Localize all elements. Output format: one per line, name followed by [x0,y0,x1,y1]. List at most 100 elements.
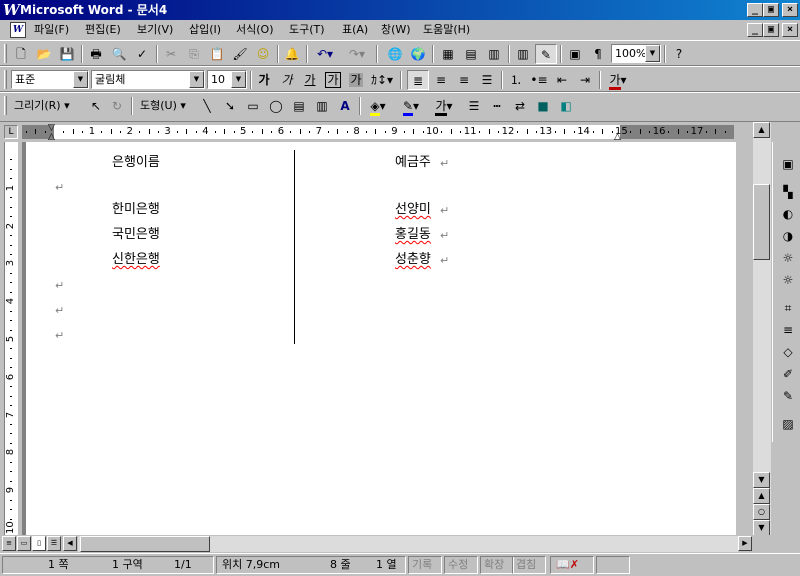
close-button[interactable]: × [782,3,798,17]
table-icon[interactable]: ▦ [437,44,459,64]
format-picture-icon[interactable]: ◇ [778,342,798,362]
dash-style-icon[interactable]: ┅ [486,96,508,116]
textbox-icon[interactable]: ▤ [288,96,310,116]
cut-icon[interactable]: ✂ [160,44,182,64]
status-trk[interactable]: 수정 [448,557,468,573]
bell-icon[interactable]: 🔔 [281,44,303,64]
draw-menu-button[interactable]: 그리기(R) ▾ [14,96,70,116]
wordart-icon[interactable]: A [334,96,356,116]
line-style-icon[interactable]: ≡ [778,320,798,340]
redo-icon[interactable]: ↷▾ [342,44,372,64]
increase-indent-icon[interactable]: ⇥ [574,70,596,90]
vertical-scrollbar[interactable]: ▲ ▼ ▲ ○ ▼ [753,122,771,536]
font-color-button[interactable]: 가▾ [603,70,633,90]
minimize-button[interactable]: _ [747,3,763,17]
insert-table-icon[interactable]: ▤ [460,44,482,64]
line-icon[interactable]: ╲ [196,96,218,116]
numbering-icon[interactable]: ⒈ [505,70,527,90]
paste-icon[interactable]: 📋 [206,44,228,64]
menu-edit[interactable]: 편집(E) [85,23,121,37]
menu-help[interactable]: 도움말(H) [423,23,470,37]
bold-button[interactable]: 가 [253,70,275,90]
outline-view-button[interactable]: ☰ [47,536,61,551]
browse-object-button[interactable]: ○ [753,504,770,520]
3d-icon[interactable]: ◧ [555,96,577,116]
align-justify-icon[interactable]: ≣ [407,70,429,90]
style-select[interactable]: 표준 ▼ [11,70,89,89]
scroll-left-button[interactable]: ◀ [63,536,77,551]
fill-color-icon[interactable]: ◈▾ [363,96,393,116]
chevron-down-icon[interactable]: ▼ [645,45,660,62]
owner-cell[interactable]: 선양미 [395,202,431,218]
oval-icon[interactable]: ◯ [265,96,287,116]
scroll-thumb[interactable] [753,184,770,260]
horizontal-scroll-thumb[interactable] [80,536,210,552]
scroll-right-button[interactable]: ▶ [738,536,752,551]
first-line-indent-marker[interactable]: ▽ [48,124,55,133]
zoom-select[interactable]: 100% ▼ [611,44,661,63]
copy-icon[interactable]: ⎘ [183,44,205,64]
set-transparent-icon[interactable]: ✐ [778,364,798,384]
map-icon[interactable]: ▣ [564,44,586,64]
reset-picture-icon[interactable]: ▨ [778,414,798,434]
right-indent-marker[interactable]: △ [614,133,621,142]
line-style-icon[interactable]: ☰ [463,96,485,116]
doc-restore-button[interactable]: ▣ [763,23,779,37]
web-view-button[interactable]: ▭ [17,536,31,551]
menu-tools[interactable]: 도구(T) [289,23,325,37]
free-rotate-icon[interactable]: ↻ [106,96,128,116]
columns-icon[interactable]: ▥ [512,44,534,64]
toolbar-grip[interactable] [4,44,7,63]
menu-table[interactable]: 표(A) [342,23,368,37]
open-icon[interactable]: 📂 [33,44,55,64]
chevron-down-icon[interactable]: ▼ [231,71,246,88]
arrow-icon[interactable]: ➘ [219,96,241,116]
font-size-select[interactable]: 10 ▼ [207,70,247,89]
line-color-icon[interactable]: ✎▾ [396,96,426,116]
tab-selector[interactable]: L [4,125,18,139]
bullets-icon[interactable]: •≡ [528,70,550,90]
scroll-down-button[interactable]: ▼ [753,472,770,488]
new-doc-icon[interactable]: 🗋 [10,44,32,64]
status-ext[interactable]: 확장 [484,557,504,573]
document-icon[interactable]: W [10,22,26,38]
normal-view-button[interactable]: ≡ [2,536,16,551]
left-indent-marker[interactable]: △ [48,133,55,142]
align-right-icon[interactable]: ≡ [453,70,475,90]
word-app-icon[interactable]: W [3,2,20,18]
menu-insert[interactable]: 삽입(I) [189,23,221,37]
document-area[interactable]: 은행이름 예금주 ↵ ↵ 한미은행 선양미 ↵ 국민은행 홍길동 ↵ 신한은행 … [22,142,736,535]
menu-file[interactable]: 파일(F) [34,23,69,37]
italic-button[interactable]: 가 [276,70,298,90]
owner-cell[interactable]: 홍길동 [395,227,431,243]
toolbar-grip[interactable] [4,70,7,89]
vertical-textbox-icon[interactable]: ▥ [311,96,333,116]
char-border-button[interactable]: 가 [322,70,344,90]
toolbar-grip[interactable] [4,96,7,115]
help-icon[interactable]: ? [668,44,690,64]
worksheet-icon[interactable]: ▥ [483,44,505,64]
page-view-button[interactable]: ▯ [32,536,46,551]
char-shade-button[interactable]: 가 [345,70,367,90]
horizontal-ruler[interactable]: L 1 2 3 4 5 6 7 8 9 10 11 12 13 14 15 16 17 ▽ △ △ [0,122,800,142]
bank-cell[interactable]: 신한은행 [112,252,160,268]
save-icon[interactable]: 💾 [56,44,78,64]
drawing-icon[interactable]: ✎ [535,44,557,64]
less-contrast-icon[interactable]: ◑ [778,226,798,246]
autoshapes-button[interactable]: 도형(U) ▾ [140,96,186,116]
decrease-indent-icon[interactable]: ⇤ [551,70,573,90]
smiley-icon[interactable]: ☺ [252,44,274,64]
more-brightness-icon[interactable]: ☼ [778,248,798,268]
menu-view[interactable]: 보기(V) [137,23,173,37]
more-contrast-icon[interactable]: ◐ [778,204,798,224]
web-icon[interactable]: 🌐 [384,44,406,64]
underline-button[interactable]: 가 [299,70,321,90]
doc-close-button[interactable]: × [782,23,798,37]
menu-format[interactable]: 서식(O) [236,23,273,37]
less-brightness-icon[interactable]: ☼ [778,270,798,290]
status-rec[interactable]: 기록 [412,557,432,573]
prev-page-button[interactable]: ▲ [753,488,770,504]
doc-minimize-button[interactable]: _ [747,23,763,37]
owner-cell[interactable]: 성춘향 [395,252,431,268]
crop-icon[interactable]: ⌗ [778,298,798,318]
